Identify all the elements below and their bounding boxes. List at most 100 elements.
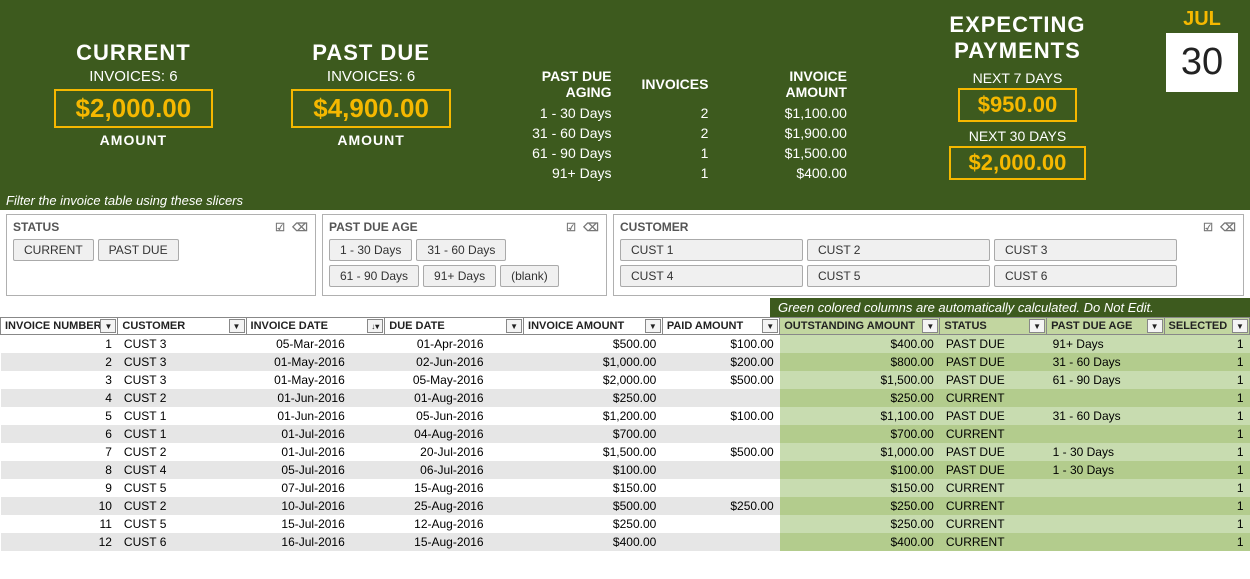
slicer-age-item[interactable]: 61 - 90 Days bbox=[329, 265, 419, 287]
cell-invoice-number[interactable]: 12 bbox=[1, 533, 118, 551]
cell-customer[interactable]: CUST 3 bbox=[118, 371, 246, 389]
cell-invoice-number[interactable]: 7 bbox=[1, 443, 118, 461]
cell-invoice-date[interactable]: 15-Jul-2016 bbox=[246, 515, 385, 533]
cell-due-date[interactable]: 25-Aug-2016 bbox=[385, 497, 524, 515]
cell-paid-amount[interactable] bbox=[662, 515, 779, 533]
cell-customer[interactable]: CUST 1 bbox=[118, 425, 246, 443]
cell-due-date[interactable]: 15-Aug-2016 bbox=[385, 533, 524, 551]
table-row[interactable]: 2CUST 301-May-201602-Jun-2016$1,000.00$2… bbox=[1, 353, 1250, 371]
cell-paid-amount[interactable] bbox=[662, 425, 779, 443]
slicer-customer-item[interactable]: CUST 3 bbox=[994, 239, 1177, 261]
cell-invoice-amount[interactable]: $400.00 bbox=[524, 533, 663, 551]
cell-customer[interactable]: CUST 6 bbox=[118, 533, 246, 551]
filter-dropdown-icon[interactable]: ▼ bbox=[1029, 319, 1045, 333]
table-row[interactable]: 11CUST 515-Jul-201612-Aug-2016$250.00$25… bbox=[1, 515, 1250, 533]
clear-filter-icon[interactable]: ⌫ bbox=[291, 219, 309, 235]
filter-dropdown-icon[interactable]: ▼ bbox=[645, 319, 661, 333]
slicer-age-item[interactable]: 1 - 30 Days bbox=[329, 239, 412, 261]
cell-paid-amount[interactable]: $250.00 bbox=[662, 497, 779, 515]
table-row[interactable]: 5CUST 101-Jun-201605-Jun-2016$1,200.00$1… bbox=[1, 407, 1250, 425]
cell-due-date[interactable]: 02-Jun-2016 bbox=[385, 353, 524, 371]
cell-paid-amount[interactable] bbox=[662, 479, 779, 497]
cell-invoice-amount[interactable]: $700.00 bbox=[524, 425, 663, 443]
cell-invoice-number[interactable]: 1 bbox=[1, 335, 118, 354]
table-row[interactable]: 9CUST 507-Jul-201615-Aug-2016$150.00$150… bbox=[1, 479, 1250, 497]
slicer-customer-item[interactable]: CUST 4 bbox=[620, 265, 803, 287]
cell-invoice-date[interactable]: 05-Mar-2016 bbox=[246, 335, 385, 354]
th-past-due-age[interactable]: PAST DUE AGE▼ bbox=[1047, 318, 1164, 335]
cell-customer[interactable]: CUST 5 bbox=[118, 515, 246, 533]
cell-invoice-amount[interactable]: $250.00 bbox=[524, 389, 663, 407]
cell-customer[interactable]: CUST 4 bbox=[118, 461, 246, 479]
th-invoice-amount[interactable]: INVOICE AMOUNT▼ bbox=[524, 318, 663, 335]
slicer-age-item[interactable]: 31 - 60 Days bbox=[416, 239, 506, 261]
cell-invoice-date[interactable]: 07-Jul-2016 bbox=[246, 479, 385, 497]
filter-dropdown-icon[interactable]: ▼ bbox=[762, 319, 778, 333]
cell-due-date[interactable]: 15-Aug-2016 bbox=[385, 479, 524, 497]
cell-paid-amount[interactable]: $500.00 bbox=[662, 371, 779, 389]
slicer-customer-item[interactable]: CUST 1 bbox=[620, 239, 803, 261]
cell-invoice-number[interactable]: 2 bbox=[1, 353, 118, 371]
cell-due-date[interactable]: 12-Aug-2016 bbox=[385, 515, 524, 533]
cell-paid-amount[interactable]: $200.00 bbox=[662, 353, 779, 371]
cell-invoice-amount[interactable]: $1,500.00 bbox=[524, 443, 663, 461]
cell-invoice-amount[interactable]: $150.00 bbox=[524, 479, 663, 497]
slicer-customer-item[interactable]: CUST 2 bbox=[807, 239, 990, 261]
slicer-age-item[interactable]: (blank) bbox=[500, 265, 559, 287]
cell-invoice-date[interactable]: 05-Jul-2016 bbox=[246, 461, 385, 479]
cell-invoice-date[interactable]: 10-Jul-2016 bbox=[246, 497, 385, 515]
table-row[interactable]: 7CUST 201-Jul-201620-Jul-2016$1,500.00$5… bbox=[1, 443, 1250, 461]
th-paid-amount[interactable]: PAID AMOUNT▼ bbox=[662, 318, 779, 335]
multiselect-icon[interactable]: ☑ bbox=[1199, 219, 1217, 235]
cell-invoice-number[interactable]: 9 bbox=[1, 479, 118, 497]
cell-due-date[interactable]: 06-Jul-2016 bbox=[385, 461, 524, 479]
filter-dropdown-icon[interactable]: ▼ bbox=[100, 319, 116, 333]
cell-invoice-number[interactable]: 5 bbox=[1, 407, 118, 425]
table-row[interactable]: 12CUST 616-Jul-201615-Aug-2016$400.00$40… bbox=[1, 533, 1250, 551]
table-row[interactable]: 1CUST 305-Mar-201601-Apr-2016$500.00$100… bbox=[1, 335, 1250, 354]
cell-invoice-amount[interactable]: $250.00 bbox=[524, 515, 663, 533]
cell-due-date[interactable]: 01-Aug-2016 bbox=[385, 389, 524, 407]
cell-paid-amount[interactable]: $100.00 bbox=[662, 335, 779, 354]
clear-filter-icon[interactable]: ⌫ bbox=[582, 219, 600, 235]
slicer-status-item[interactable]: PAST DUE bbox=[98, 239, 179, 261]
cell-invoice-date[interactable]: 01-Jul-2016 bbox=[246, 425, 385, 443]
filter-dropdown-icon[interactable]: ▼ bbox=[922, 319, 938, 333]
cell-invoice-amount[interactable]: $500.00 bbox=[524, 497, 663, 515]
table-row[interactable]: 10CUST 210-Jul-201625-Aug-2016$500.00$25… bbox=[1, 497, 1250, 515]
th-due-date[interactable]: DUE DATE▼ bbox=[385, 318, 524, 335]
cell-paid-amount[interactable]: $100.00 bbox=[662, 407, 779, 425]
cell-invoice-date[interactable]: 01-May-2016 bbox=[246, 371, 385, 389]
cell-invoice-date[interactable]: 16-Jul-2016 bbox=[246, 533, 385, 551]
cell-customer[interactable]: CUST 1 bbox=[118, 407, 246, 425]
table-row[interactable]: 3CUST 301-May-201605-May-2016$2,000.00$5… bbox=[1, 371, 1250, 389]
th-customer[interactable]: CUSTOMER▼ bbox=[118, 318, 246, 335]
cell-invoice-amount[interactable]: $1,000.00 bbox=[524, 353, 663, 371]
cell-invoice-date[interactable]: 01-Jul-2016 bbox=[246, 443, 385, 461]
th-outstanding-amount[interactable]: OUTSTANDING AMOUNT▼ bbox=[780, 318, 940, 335]
table-row[interactable]: 6CUST 101-Jul-201604-Aug-2016$700.00$700… bbox=[1, 425, 1250, 443]
cell-invoice-number[interactable]: 6 bbox=[1, 425, 118, 443]
cell-due-date[interactable]: 20-Jul-2016 bbox=[385, 443, 524, 461]
th-selected[interactable]: SELECTED▼ bbox=[1164, 318, 1249, 335]
cell-customer[interactable]: CUST 5 bbox=[118, 479, 246, 497]
cell-paid-amount[interactable]: $500.00 bbox=[662, 443, 779, 461]
cell-invoice-amount[interactable]: $2,000.00 bbox=[524, 371, 663, 389]
filter-dropdown-icon[interactable]: ▼ bbox=[229, 319, 245, 333]
cell-customer[interactable]: CUST 3 bbox=[118, 335, 246, 354]
clear-filter-icon[interactable]: ⌫ bbox=[1219, 219, 1237, 235]
table-row[interactable]: 4CUST 201-Jun-201601-Aug-2016$250.00$250… bbox=[1, 389, 1250, 407]
cell-invoice-amount[interactable]: $100.00 bbox=[524, 461, 663, 479]
cell-invoice-number[interactable]: 3 bbox=[1, 371, 118, 389]
slicer-status-item[interactable]: CURRENT bbox=[13, 239, 94, 261]
filter-dropdown-icon[interactable]: ▼ bbox=[1147, 319, 1163, 333]
cell-paid-amount[interactable] bbox=[662, 461, 779, 479]
th-invoice-number[interactable]: INVOICE NUMBER▼ bbox=[1, 318, 118, 335]
cell-invoice-date[interactable]: 01-May-2016 bbox=[246, 353, 385, 371]
cell-invoice-number[interactable]: 8 bbox=[1, 461, 118, 479]
slicer-age-item[interactable]: 91+ Days bbox=[423, 265, 496, 287]
multiselect-icon[interactable]: ☑ bbox=[562, 219, 580, 235]
slicer-customer-item[interactable]: CUST 5 bbox=[807, 265, 990, 287]
cell-due-date[interactable]: 04-Aug-2016 bbox=[385, 425, 524, 443]
filter-dropdown-icon[interactable]: ▼ bbox=[506, 319, 522, 333]
